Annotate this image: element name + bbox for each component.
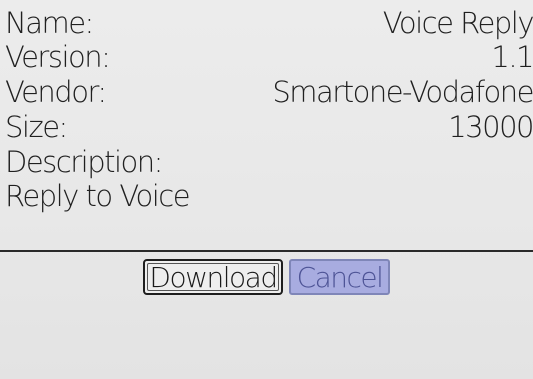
cancel-button-label: Cancel [296,260,384,294]
divider [0,250,533,252]
vendor-label: Vendor: [5,75,107,109]
name-value: Voice Reply [382,6,533,40]
name-row: Name: Voice Reply [5,4,533,42]
vendor-row: Vendor: Smartone-Vodafone [5,73,533,111]
description-text-row: Reply to Voice [5,177,533,215]
download-button-label: Download [149,260,278,294]
version-value: 1.1 [491,40,533,74]
size-row: Size: 13000 [5,108,533,146]
download-button[interactable]: Download [143,259,283,295]
version-row: Version: 1.1 [5,38,533,76]
name-label: Name: [5,6,94,40]
vendor-value: Smartone-Vodafone [272,75,533,109]
app-details-screen: Name: Voice Reply Version: 1.1 Vendor: S… [0,0,533,379]
description-value: Reply to Voice [5,179,191,213]
description-label: Description: [5,145,163,179]
size-label: Size: [5,110,68,144]
description-row: Description: [5,143,533,181]
cancel-button[interactable]: Cancel [289,259,390,295]
version-label: Version: [5,40,111,74]
size-value: 13000 [448,110,533,144]
action-bar: Download Cancel [0,259,533,295]
